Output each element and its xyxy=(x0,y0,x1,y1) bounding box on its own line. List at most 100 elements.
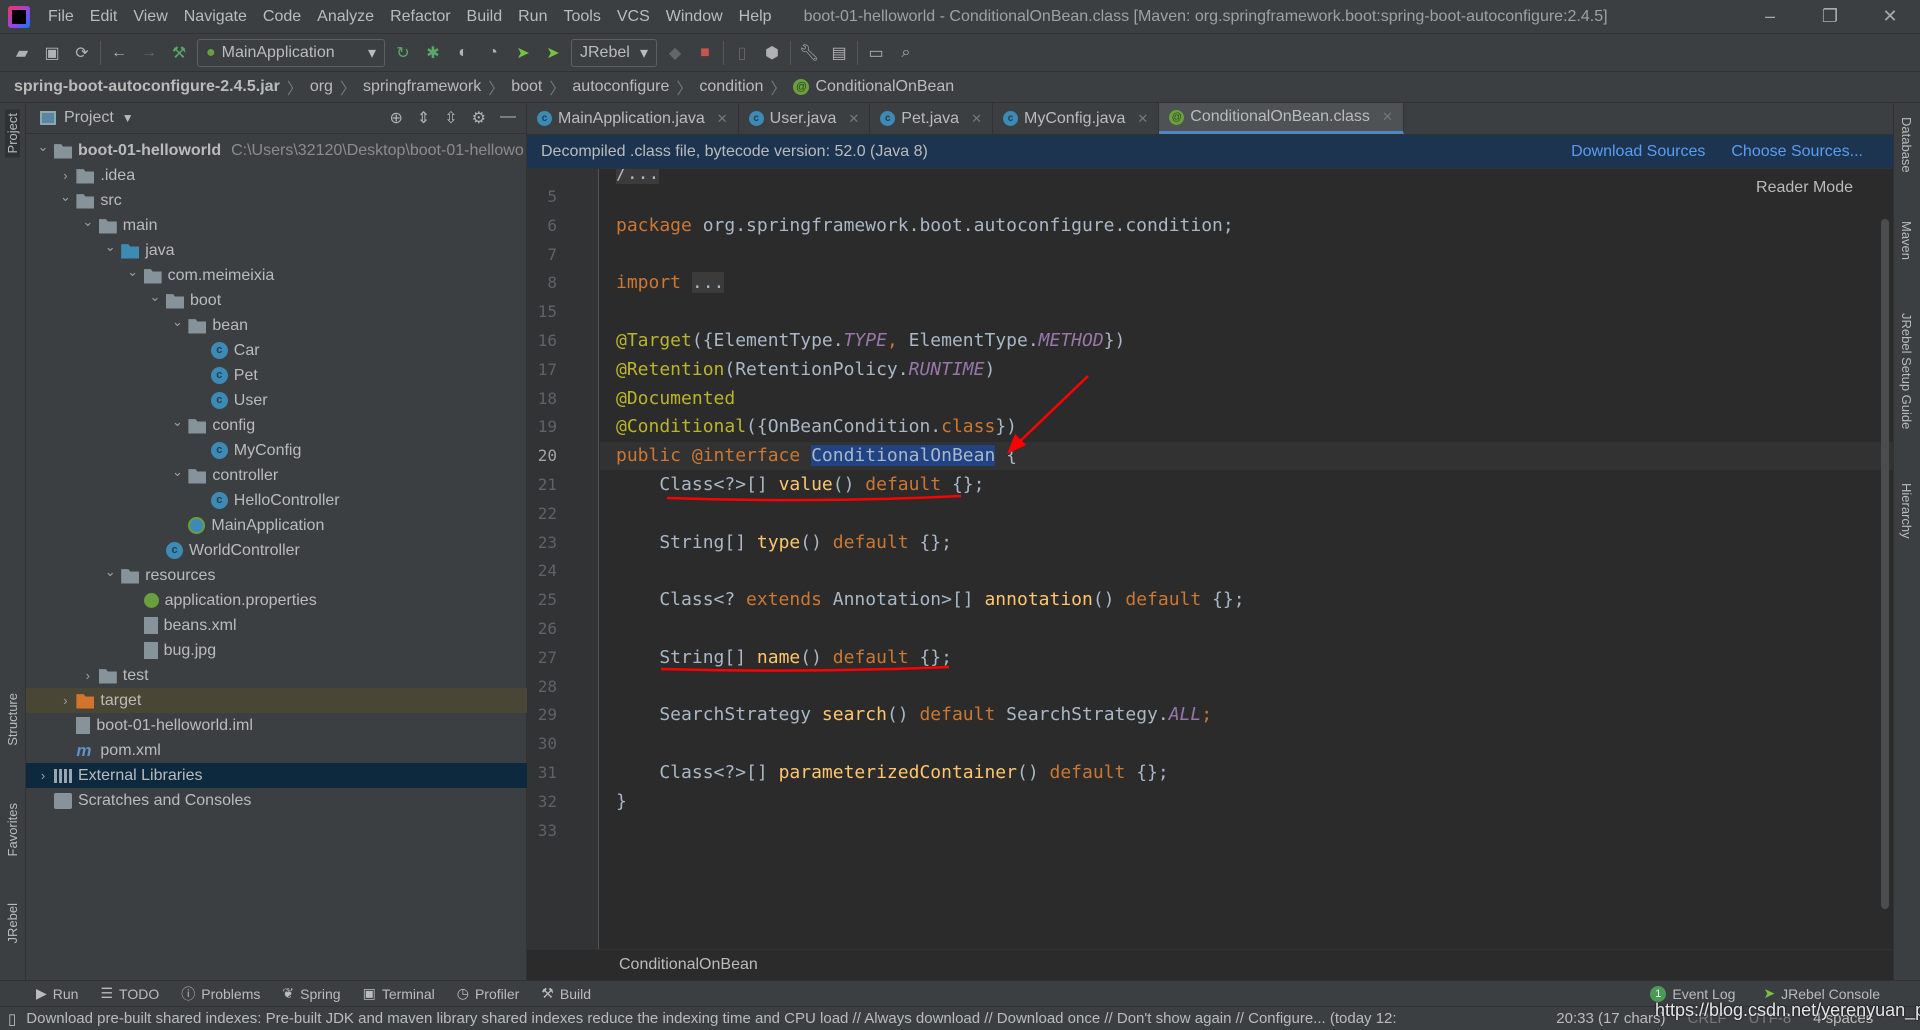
tree-item[interactable]: ⌄ boot-01-helloworld C:\Users\32120\Deskto… xyxy=(26,138,527,163)
tree-item[interactable]: ⌄ bean xyxy=(26,313,527,338)
menu-analyze[interactable]: Analyze xyxy=(309,8,382,26)
run-tool-button[interactable]: ▶ Run xyxy=(36,984,78,1004)
rerun-icon[interactable]: ↻ xyxy=(391,41,415,65)
tree-item[interactable]: › .idea xyxy=(26,163,527,188)
device-icon[interactable]: ▯ xyxy=(730,41,754,65)
tree-item[interactable]: beans.xml xyxy=(26,613,527,638)
chevron-down-icon[interactable]: ⌄ xyxy=(99,239,121,255)
chevron-right-icon[interactable]: › xyxy=(54,693,76,708)
menu-view[interactable]: View xyxy=(125,8,175,26)
menu-window[interactable]: Window xyxy=(658,8,731,26)
chevron-down-icon[interactable]: ⌄ xyxy=(122,264,144,280)
choose-sources-link[interactable]: Choose Sources... xyxy=(1731,143,1863,161)
tab-conditionalonbean-class[interactable]: @ ConditionalOnBean.class ✕ xyxy=(1159,103,1404,134)
jrebel-debug-icon[interactable]: ➤ xyxy=(541,41,565,65)
back-icon[interactable]: ← xyxy=(107,41,131,65)
indent-setting[interactable]: 4 spaces xyxy=(1813,1010,1873,1027)
tree-item[interactable]: › test xyxy=(26,663,527,688)
line-separator[interactable]: CRLF xyxy=(1688,1010,1727,1027)
tree-item[interactable]: bug.jpg xyxy=(26,638,527,663)
menu-refactor[interactable]: Refactor xyxy=(382,8,458,26)
close-tab-icon[interactable]: ✕ xyxy=(971,111,982,127)
reader-mode-button[interactable]: Reader Mode xyxy=(1756,179,1853,197)
tree-item[interactable]: Scratches and Consoles xyxy=(26,788,527,813)
search-icon[interactable]: ⌕ xyxy=(894,41,918,65)
menu-tools[interactable]: Tools xyxy=(555,8,608,26)
menu-edit[interactable]: Edit xyxy=(82,8,126,26)
hide-icon[interactable]: — xyxy=(500,108,516,128)
problems-tool-button[interactable]: ⓘ Problems xyxy=(181,984,260,1004)
chevron-down-icon[interactable]: ⌄ xyxy=(166,414,188,430)
tab-mainapplication-java[interactable]: c MainApplication.java ✕ xyxy=(527,103,739,134)
tree-item[interactable]: c WorldController xyxy=(26,538,527,563)
code-editor[interactable]: 5 6 7 8 15 16 17 18 19 20 21 22 23 24 25 26 27 28 29 30 31 32… xyxy=(527,169,1893,949)
spring-tool-button[interactable]: ❦ Spring xyxy=(282,984,340,1004)
breadcrumb-item[interactable]: autoconfigure xyxy=(572,78,669,96)
tree-item[interactable]: c Pet xyxy=(26,363,527,388)
tree-item[interactable]: › target xyxy=(26,688,527,713)
tree-item[interactable]: ⌄ com.meimeixia xyxy=(26,263,527,288)
forward-icon[interactable]: → xyxy=(137,41,161,65)
tree-item[interactable]: m pom.xml xyxy=(26,738,527,763)
tab-myconfig-java[interactable]: c MyConfig.java ✕ xyxy=(993,103,1160,134)
maven-tool-button[interactable]: Maven xyxy=(1899,221,1914,260)
event-log-button[interactable]: 1 Event Log xyxy=(1650,985,1735,1002)
terminal-tool-button[interactable]: ▣ Terminal xyxy=(363,984,435,1004)
stop-icon[interactable]: ■ xyxy=(693,41,717,65)
tree-item[interactable]: ⌄ boot xyxy=(26,288,527,313)
tree-item[interactable]: c HelloController xyxy=(26,488,527,513)
chevron-right-icon[interactable]: › xyxy=(32,768,54,783)
debug-icon[interactable]: ✱ xyxy=(421,41,445,65)
restore-icon[interactable]: ❐ xyxy=(1800,6,1860,27)
chevron-down-icon[interactable]: ⌄ xyxy=(32,139,54,155)
menu-code[interactable]: Code xyxy=(255,8,309,26)
tree-item[interactable]: ⌄ resources xyxy=(26,563,527,588)
close-tab-icon[interactable]: ✕ xyxy=(717,111,728,127)
chevron-down-icon[interactable]: ⌄ xyxy=(77,214,99,230)
settings-wrench-icon[interactable]: 🔧︎ xyxy=(797,41,821,65)
run-config-select[interactable]: ● MainApplication ▾ xyxy=(197,38,385,67)
editor-breadcrumb[interactable]: ConditionalOnBean xyxy=(527,949,1893,980)
tree-item[interactable]: application.properties xyxy=(26,588,527,613)
chevron-right-icon[interactable]: › xyxy=(54,168,76,183)
breadcrumb-item[interactable]: ConditionalOnBean xyxy=(815,78,954,96)
menu-file[interactable]: File xyxy=(40,8,82,26)
download-sources-link[interactable]: Download Sources xyxy=(1571,143,1705,161)
tree-item[interactable]: ⌄ config xyxy=(26,413,527,438)
breadcrumb-item[interactable]: springframework xyxy=(363,78,481,96)
tree-item[interactable]: ⌄ src xyxy=(26,188,527,213)
tab-pet-java[interactable]: c Pet.java ✕ xyxy=(870,103,993,134)
vertical-scrollbar[interactable] xyxy=(1881,219,1889,909)
tree-item[interactable]: boot-01-helloworld.iml xyxy=(26,713,527,738)
breadcrumb-item[interactable]: org xyxy=(310,78,333,96)
chevron-down-icon[interactable]: ⌄ xyxy=(54,189,76,205)
tree-item[interactable]: › External Libraries xyxy=(26,763,527,788)
profiler-tool-button[interactable]: ◷ Profiler xyxy=(457,984,520,1004)
database-tool-button[interactable]: Database xyxy=(1899,117,1914,173)
chevron-down-icon[interactable]: ⌄ xyxy=(99,564,121,580)
save-icon[interactable]: ▣ xyxy=(40,41,64,65)
project-tool-button[interactable]: Project xyxy=(5,109,20,158)
jrebel-select[interactable]: JRebel ▾ xyxy=(571,38,657,67)
locate-icon[interactable]: ⊕ xyxy=(389,108,402,128)
open-folder-icon[interactable]: ▰ xyxy=(10,41,34,65)
tree-item[interactable]: c Car xyxy=(26,338,527,363)
breadcrumb-item[interactable]: boot xyxy=(511,78,542,96)
jrebel-console-button[interactable]: ➤ JRebel Console xyxy=(1763,985,1880,1002)
build-tool-button[interactable]: ⚒ Build xyxy=(541,984,591,1004)
chevron-down-icon[interactable]: ⌄ xyxy=(144,289,166,305)
menu-vcs[interactable]: VCS xyxy=(609,8,658,26)
tree-item[interactable]: ⌄ java xyxy=(26,238,527,263)
chevron-down-icon[interactable]: ⌄ xyxy=(166,464,188,480)
breadcrumb-item[interactable]: condition xyxy=(699,78,763,96)
sdk-icon[interactable]: ⬢ xyxy=(760,41,784,65)
tree-item[interactable]: c User xyxy=(26,388,527,413)
close-tab-icon[interactable]: ✕ xyxy=(848,111,859,127)
caret-position[interactable]: 20:33 (17 chars) xyxy=(1556,1010,1665,1027)
sync-icon[interactable]: ⟳ xyxy=(70,41,94,65)
breadcrumb-item[interactable]: spring-boot-autoconfigure-2.4.5.jar xyxy=(14,78,280,96)
tree-item[interactable]: MainApplication xyxy=(26,513,527,538)
gear-icon[interactable]: ⚙ xyxy=(472,108,486,128)
project-structure-icon[interactable]: ▤ xyxy=(827,41,851,65)
status-window-icon[interactable]: ▯ xyxy=(8,1010,16,1028)
